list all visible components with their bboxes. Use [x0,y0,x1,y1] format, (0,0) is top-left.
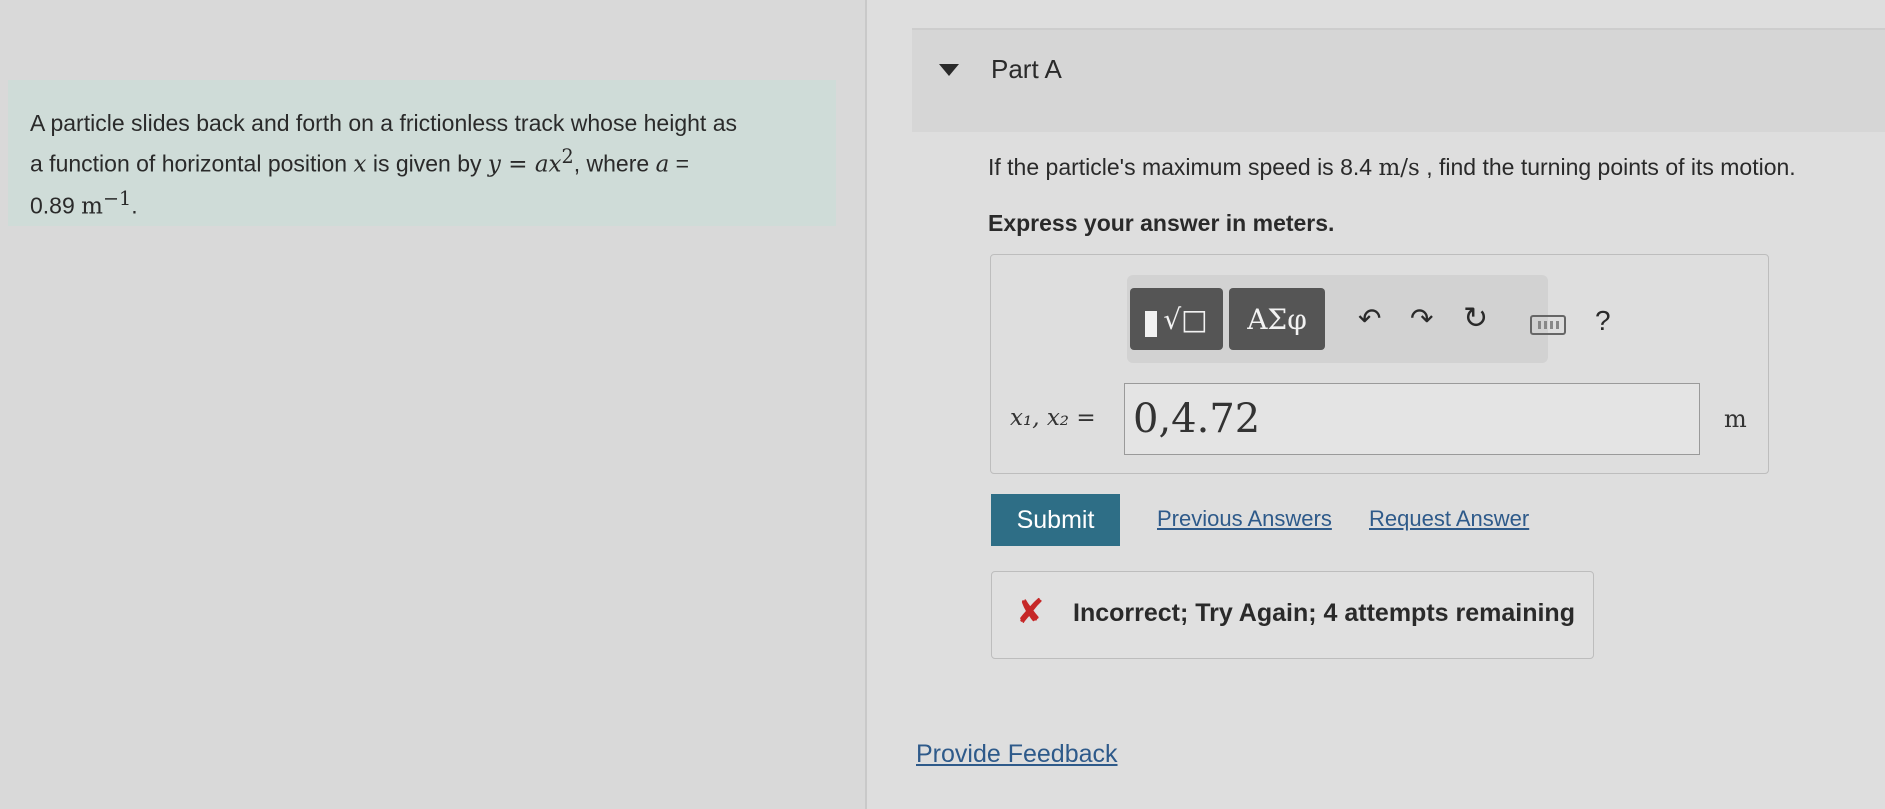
part-title[interactable]: Part A [991,54,1062,85]
math-toolbar: √□ ΑΣφ ↶ ↷ ↻ ? [1127,275,1611,363]
provide-feedback-link[interactable]: Provide Feedback [916,740,1118,769]
problem-pane: A particle slides back and forth on a fr… [0,0,865,809]
submit-button[interactable]: Submit [991,494,1120,546]
answer-unit: m [1724,405,1747,433]
radical-template-icon: √□ [1163,302,1208,336]
speed-unit: m/s [1378,155,1420,181]
var-a-coef: a [534,151,549,178]
problem-text-1: A particle slides back and forth on a fr… [30,110,737,136]
question-text: If the particle's maximum speed is 8.4 m… [988,154,1796,181]
help-icon[interactable]: ? [1595,305,1611,337]
feedback-message: Incorrect; Try Again; 4 attempts remaini… [1073,599,1575,627]
greek-symbols-button[interactable]: ΑΣφ [1229,288,1325,350]
equals-sign-2: = [669,150,690,177]
var-y: y [487,151,501,178]
templates-button[interactable]: √□ [1130,288,1223,350]
var-x: x [353,151,367,178]
answer-box: √□ ΑΣφ ↶ ↷ ↻ ? x₁, x₂ = m [990,254,1769,474]
feedback-message-box: ✘ Incorrect; Try Again; 4 attempts remai… [991,571,1594,659]
problem-text-2b: is given by [366,150,488,177]
reset-icon[interactable]: ↻ [1463,301,1488,337]
question-text-b: , find the turning points of its motion. [1419,154,1796,180]
question-text-a: If the particle's maximum speed is 8.4 [988,154,1379,180]
exponent-two: 2 [561,145,574,168]
redo-icon[interactable]: ↷ [1410,301,1433,337]
answer-instruction: Express your answer in meters. [988,210,1335,236]
answer-label: x₁, x₂ = [1010,405,1096,431]
equals-sign: = [500,151,535,178]
previous-answers-link[interactable]: Previous Answers [1157,506,1332,532]
problem-line-1: A particle slides back and forth on a fr… [30,106,814,140]
question-pane: Part A If the particle's maximum speed i… [867,0,1885,809]
a-unit: m [81,193,103,220]
problem-text-2c: , where [573,150,656,177]
keyboard-icon[interactable] [1530,315,1566,335]
undo-icon[interactable]: ↶ [1358,301,1381,337]
request-answer-link[interactable]: Request Answer [1369,506,1529,532]
problem-statement: A particle slides back and forth on a fr… [8,80,836,226]
var-a: a [655,151,670,178]
a-value: 0.89 [30,192,75,219]
problem-line-2: a function of horizontal position x is g… [30,140,814,182]
period: . [131,192,138,219]
cursor-block-icon [1145,311,1158,337]
problem-text-2a: a function of horizontal position [30,150,354,177]
var-x-squared: x [548,151,562,178]
caret-down-icon[interactable] [939,64,959,76]
answer-input[interactable] [1124,383,1700,455]
a-unit-exponent: −1 [102,186,132,210]
incorrect-x-icon: ✘ [1016,593,1045,631]
problem-line-3: 0.89 m−1. [30,182,814,224]
